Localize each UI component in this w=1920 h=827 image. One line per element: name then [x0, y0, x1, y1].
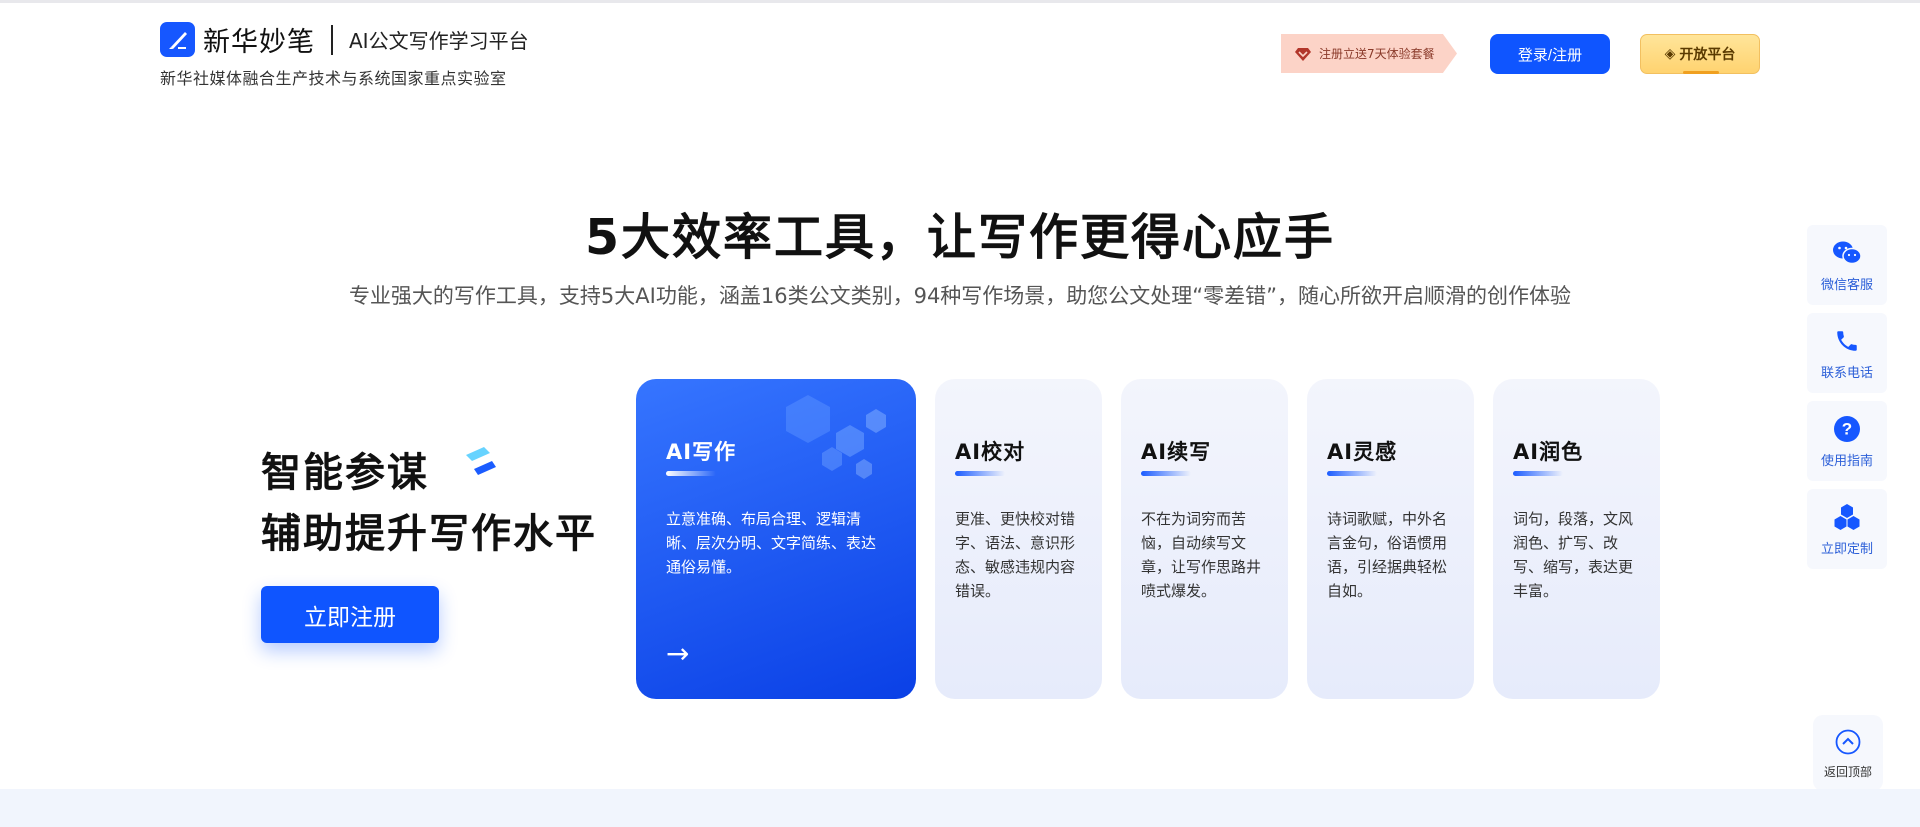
title-underline — [1141, 471, 1191, 476]
card-description: 诗词歌赋，中外名言金句，俗语惯用语，引经据典轻松自如。 — [1327, 510, 1448, 600]
left-heading-line1: 智能参谋 — [261, 450, 429, 496]
sidebar-item-guide[interactable]: ? 使用指南 — [1807, 401, 1887, 481]
card-ai-inspiration[interactable]: AI灵感 诗词歌赋，中外名言金句，俗语惯用语，引经据典轻松自如。 — [1307, 379, 1474, 699]
cube-icon: ◈ — [1664, 46, 1676, 62]
next-section-band — [0, 789, 1920, 827]
sidebar-item-wechat[interactable]: 微信客服 — [1807, 225, 1887, 305]
sidebar-label: 微信客服 — [1820, 277, 1873, 293]
brand-name: 新华妙笔 — [203, 27, 315, 58]
hero-title: 5大效率工具，让写作更得心应手 — [584, 209, 1336, 266]
title-underline — [955, 471, 1005, 476]
card-ai-proofread[interactable]: AI校对 更准、更快校对错字、语法、意识形态、敏感违规内容错误。 — [935, 379, 1102, 699]
back-to-top-button[interactable]: 返回顶部 — [1813, 715, 1883, 791]
brand-divider — [331, 24, 333, 55]
title-underline — [1327, 471, 1377, 476]
stripes-icon — [466, 447, 496, 475]
help-icon: ? — [1832, 414, 1862, 444]
card-title: AI灵感 — [1327, 440, 1398, 464]
chevron-up-icon — [1833, 727, 1863, 757]
sidebar-item-customize[interactable]: 立即定制 — [1807, 489, 1887, 569]
promo-label: 注册立送7天体验套餐 — [1319, 47, 1435, 61]
left-heading-line2: 辅助提升写作水平 — [261, 511, 597, 557]
sidebar-item-phone[interactable]: 联系电话 — [1807, 313, 1887, 393]
card-title: AI校对 — [955, 440, 1026, 464]
hero-subtitle: 专业强大的写作工具，支持5大AI功能，涵盖16类公文类别，94种写作场景，助您公… — [348, 284, 1572, 308]
open-platform-button[interactable]: ◈ 开放平台 — [1640, 34, 1760, 74]
card-title: AI写作 — [666, 440, 737, 464]
login-register-button[interactable]: 登录/注册 — [1490, 34, 1610, 74]
title-underline — [666, 471, 716, 476]
card-title: AI润色 — [1513, 440, 1584, 464]
wechat-icon — [1832, 238, 1862, 268]
open-platform-underline — [1683, 71, 1719, 74]
arrow-right-icon[interactable]: → — [666, 637, 689, 670]
sidebar-label: 立即定制 — [1820, 541, 1873, 557]
brand-logo[interactable]: 新华妙笔 AI公文写作学习平台 — [160, 20, 529, 59]
card-title: AI续写 — [1141, 440, 1212, 464]
card-description: 立意准确、布局合理、逻辑清晰、层次分明、文字简练、表达通俗易懂。 — [666, 510, 877, 576]
platform-name: AI公文写作学习平台 — [349, 29, 529, 53]
card-description: 更准、更快校对错字、语法、意识形态、敏感违规内容错误。 — [955, 510, 1076, 600]
phone-icon — [1832, 326, 1862, 356]
hexagons-icon — [786, 395, 886, 479]
pen-logo-icon — [160, 22, 195, 57]
organization-name: 新华社媒体融合生产技术与系统国家重点实验室 — [160, 69, 507, 88]
register-button[interactable]: 立即注册 — [261, 586, 439, 643]
card-ai-continue[interactable]: AI续写 不在为词穷而苦恼，自动续写文章，让写作思路井喷式爆发。 — [1121, 379, 1288, 699]
title-underline — [1513, 471, 1563, 476]
sidebar-label: 联系电话 — [1820, 365, 1873, 381]
card-description: 词句，段落，文风润色、扩写、改写、缩写，表达更丰富。 — [1513, 510, 1634, 600]
card-ai-writing[interactable]: AI写作 立意准确、布局合理、逻辑清晰、层次分明、文字简练、表达通俗易懂。 → — [636, 379, 916, 699]
card-description: 不在为词穷而苦恼，自动续写文章，让写作思路井喷式爆发。 — [1141, 510, 1262, 600]
card-ai-polish[interactable]: AI润色 词句，段落，文风润色、扩写、改写、缩写，表达更丰富。 — [1493, 379, 1660, 699]
back-to-top-label: 返回顶部 — [1823, 764, 1872, 779]
top-divider — [0, 0, 1920, 3]
diamond-icon — [1295, 47, 1311, 61]
open-platform-label: 开放平台 — [1679, 47, 1736, 63]
svg-text:?: ? — [1842, 419, 1852, 438]
promo-banner[interactable]: 注册立送7天体验套餐 — [1281, 34, 1457, 73]
cubes-icon — [1832, 502, 1862, 532]
sidebar-label: 使用指南 — [1820, 453, 1873, 469]
